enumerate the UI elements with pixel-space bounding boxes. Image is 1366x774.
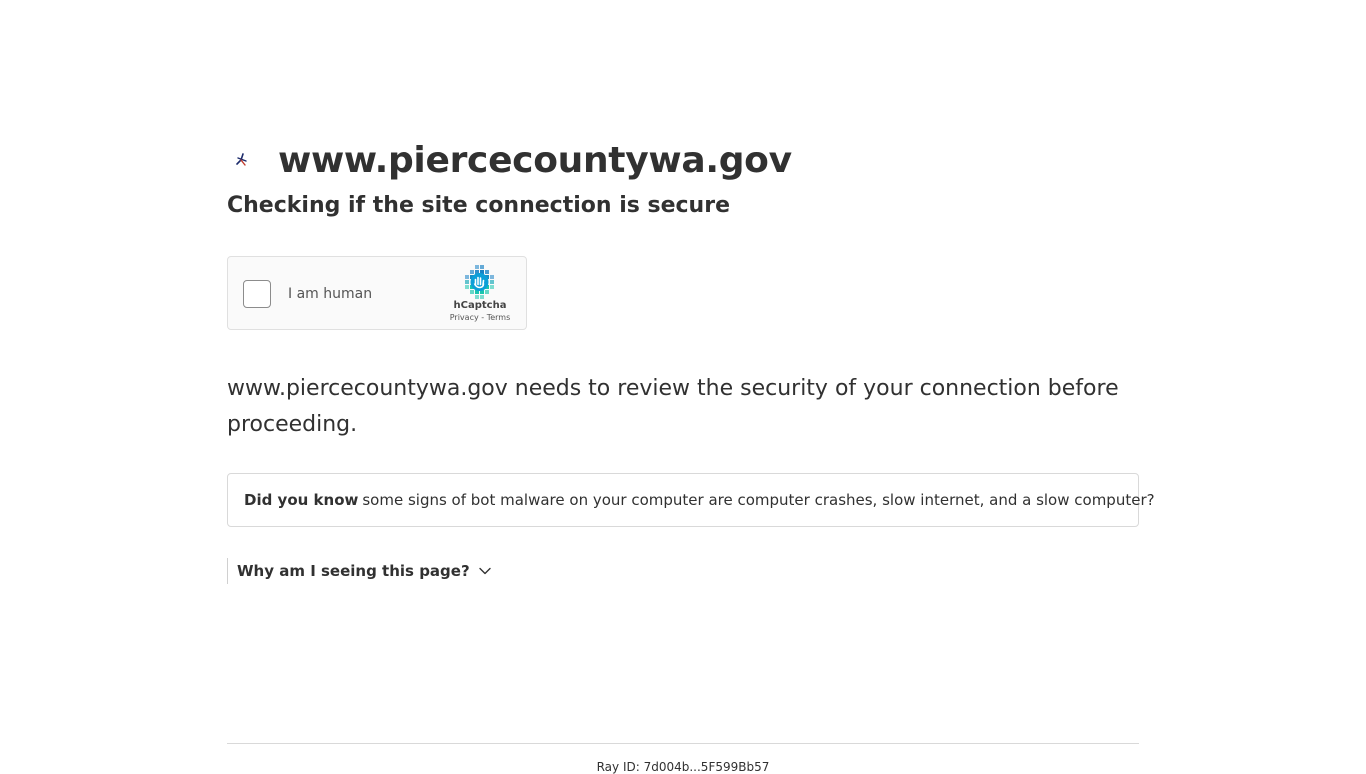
site-header: www.piercecountywa.gov bbox=[227, 132, 792, 188]
site-title: www.piercecountywa.gov bbox=[278, 139, 792, 181]
captcha-links: Privacy - Terms bbox=[450, 313, 511, 322]
human-checkbox[interactable] bbox=[243, 280, 271, 308]
page-subtitle: Checking if the site connection is secur… bbox=[227, 193, 730, 218]
hcaptcha-brand: hCaptcha bbox=[453, 300, 507, 311]
terms-link[interactable]: Terms bbox=[487, 313, 511, 322]
did-you-know-lead: Did you know bbox=[244, 491, 359, 509]
hcaptcha-logo: hCaptcha Privacy - Terms bbox=[448, 265, 512, 322]
why-seeing-page-toggle[interactable]: Why am I seeing this page? bbox=[227, 558, 492, 584]
did-you-know-text: some signs of bot malware on your comput… bbox=[362, 491, 1155, 509]
hcaptcha-widget: I am human hCaptcha Privacy - Terms bbox=[227, 256, 527, 330]
footer-divider bbox=[227, 743, 1139, 744]
ray-id: Ray ID: 7d004b...5F599Bb57 bbox=[596, 760, 770, 774]
hcaptcha-icon bbox=[465, 265, 494, 299]
captcha-label: I am human bbox=[288, 286, 373, 302]
chevron-down-icon[interactable] bbox=[478, 564, 492, 578]
did-you-know-box: Did you know some signs of bot malware o… bbox=[227, 473, 1155, 527]
links-separator: - bbox=[478, 313, 487, 322]
privacy-link[interactable]: Privacy bbox=[450, 313, 479, 322]
why-seeing-page-label[interactable]: Why am I seeing this page? bbox=[237, 562, 470, 580]
pierce-county-logo-icon bbox=[227, 145, 257, 175]
review-message: www.piercecountywa.gov needs to review t… bbox=[227, 376, 1119, 437]
